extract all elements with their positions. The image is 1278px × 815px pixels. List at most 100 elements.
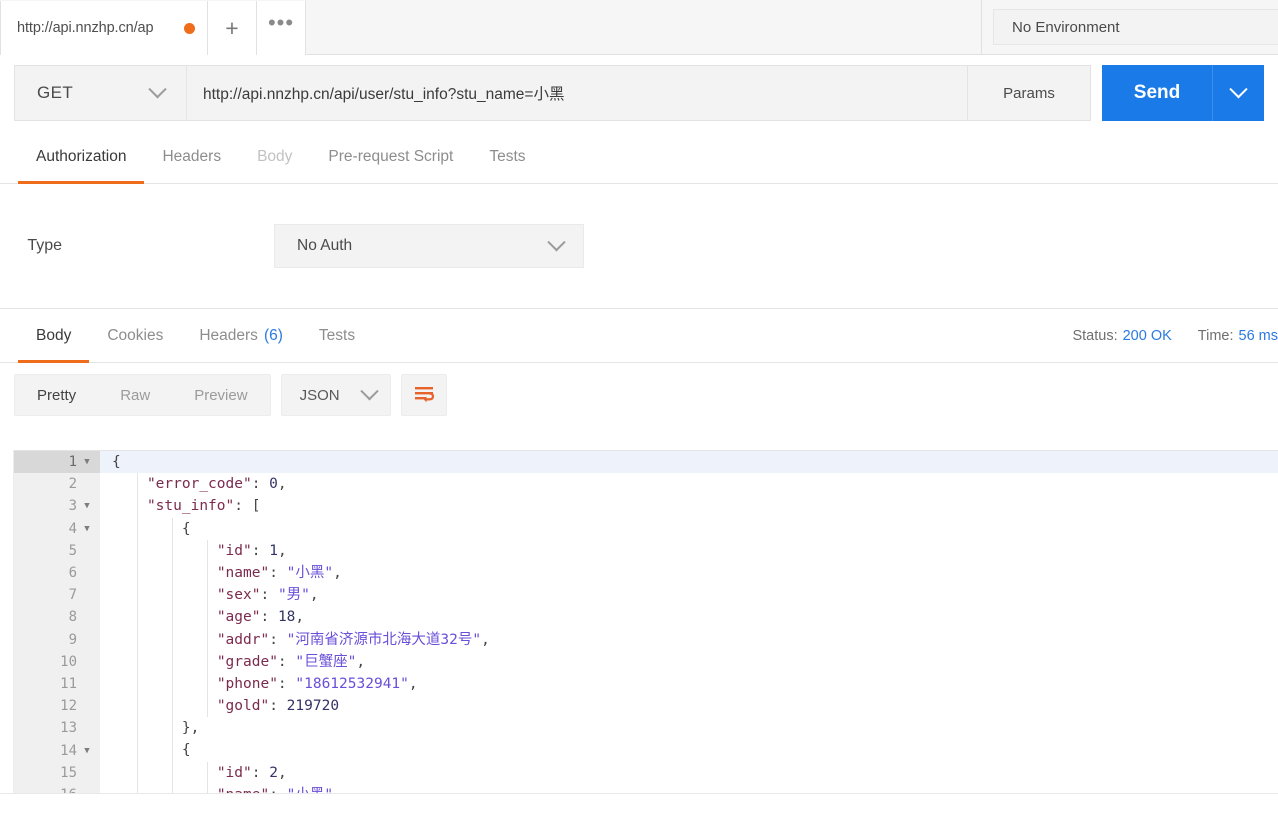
params-button[interactable]: Params: [967, 65, 1091, 121]
code-line: "grade": "巨蟹座",: [100, 650, 1278, 673]
gutter-line: 2▼: [14, 473, 100, 495]
code-line: "phone": "18612532941",: [100, 672, 1278, 696]
code-line: "id": 1,: [100, 539, 1278, 562]
line-number: 11: [60, 675, 77, 692]
gutter-line: 1 ▼: [14, 451, 100, 474]
response-toolbar: Pretty Raw Preview JSON: [0, 363, 1278, 427]
line-number: 16: [60, 787, 77, 793]
line-number: 12: [60, 698, 77, 715]
response-headers-count: (6): [263, 326, 283, 344]
line-number: 10: [60, 653, 77, 670]
line-number: 14: [60, 742, 77, 759]
unsaved-indicator-icon: [184, 22, 195, 34]
view-mode-preview[interactable]: Preview: [172, 375, 269, 415]
status-value: 200 OK: [1122, 327, 1172, 344]
response-tab-tests[interactable]: Tests: [301, 309, 373, 362]
chevron-down-icon: [359, 381, 379, 400]
authorization-panel: Type No Auth: [0, 184, 1278, 309]
code-line: "error_code": 0,: [100, 473, 1278, 496]
http-method-selector[interactable]: GET: [14, 65, 186, 121]
code-line: "name": "小黑": [100, 783, 1278, 793]
line-number: 15: [60, 764, 77, 781]
tab-tests[interactable]: Tests: [471, 131, 543, 183]
response-tab-body[interactable]: Body: [18, 309, 90, 363]
line-number: 8: [68, 609, 77, 626]
new-tab-button[interactable]: +: [208, 1, 257, 55]
code-line: "stu_info": [: [100, 495, 1278, 518]
view-mode-raw-label: Raw: [120, 386, 151, 404]
response-view-mode-group: Pretty Raw Preview: [14, 374, 271, 416]
wrap-lines-button[interactable]: [400, 374, 447, 416]
response-tab-headers[interactable]: Headers (6): [181, 309, 301, 362]
response-tab-tests-label: Tests: [318, 326, 356, 344]
gutter-line: 7▼: [14, 584, 100, 606]
request-section-tabs: Authorization Headers Body Pre-request S…: [0, 131, 1278, 184]
request-tab-label: http://api.nnzhp.cn/ap: [17, 20, 154, 36]
tab-authorization[interactable]: Authorization: [18, 131, 145, 184]
tab-pre-request-script-label: Pre-request Script: [328, 148, 454, 165]
auth-type-label: Type: [27, 237, 62, 254]
environment-selector[interactable]: No Environment: [993, 9, 1278, 45]
url-input[interactable]: http://api.nnzhp.cn/api/user/stu_info?st…: [186, 65, 967, 121]
line-number: 3: [68, 498, 77, 515]
request-tab[interactable]: http://api.nnzhp.cn/ap: [0, 1, 208, 55]
gutter-line: 10▼: [14, 651, 100, 673]
response-body-viewer[interactable]: 1▼2▼3▼4▼5▼6▼7▼8▼9▼10▼11▼12▼13▼14▼15▼16▼ …: [14, 450, 1278, 793]
gutter-line: 15▼: [14, 762, 100, 784]
environment-divider: [981, 0, 982, 54]
tab-headers-label: Headers: [162, 148, 222, 165]
code-lines[interactable]: { "error_code": 0, "stu_info": [ { "id":…: [100, 451, 1278, 793]
tab-authorization-label: Authorization: [36, 148, 127, 165]
response-format-label: JSON: [299, 386, 340, 404]
view-mode-pretty[interactable]: Pretty: [15, 375, 98, 415]
request-tab-strip: http://api.nnzhp.cn/ap + ••• No Environm…: [0, 0, 1278, 55]
response-format-selector[interactable]: JSON: [280, 374, 391, 416]
line-number: 5: [68, 542, 77, 559]
environment-selected-label: No Environment: [1012, 18, 1120, 36]
line-number: 7: [68, 587, 77, 604]
chevron-down-icon: [1229, 79, 1248, 98]
line-number: 4: [68, 520, 77, 537]
tab-pre-request-script[interactable]: Pre-request Script: [310, 131, 471, 183]
fold-toggle-icon[interactable]: ▼: [80, 457, 94, 467]
code-line: "addr": "河南省济源市北海大道32号",: [100, 628, 1278, 651]
line-number-gutter: 1▼2▼3▼4▼5▼6▼7▼8▼9▼10▼11▼12▼13▼14▼15▼16▼: [14, 451, 100, 793]
view-mode-raw[interactable]: Raw: [98, 375, 172, 415]
response-tab-headers-label: Headers: [199, 326, 258, 344]
send-options-button[interactable]: [1212, 65, 1264, 121]
params-label: Params: [1003, 84, 1055, 102]
response-tab-cookies[interactable]: Cookies: [89, 309, 181, 362]
tab-body-label: Body: [257, 148, 293, 165]
line-number: 2: [68, 476, 77, 493]
fold-toggle-icon[interactable]: ▼: [80, 501, 94, 511]
url-text: http://api.nnzhp.cn/api/user/stu_info?st…: [203, 86, 565, 103]
plus-icon: +: [225, 14, 239, 41]
gutter-line: 11▼: [14, 673, 100, 695]
time-key: Time:: [1197, 327, 1234, 344]
tab-options-button[interactable]: •••: [257, 1, 306, 55]
ellipsis-icon: •••: [267, 10, 295, 35]
code-line: "name": "小黑",: [100, 561, 1278, 585]
chevron-down-icon: [547, 232, 566, 251]
tab-headers[interactable]: Headers: [144, 131, 239, 183]
line-number: 13: [60, 720, 77, 737]
gutter-line: 16▼: [14, 784, 100, 793]
response-section-tabs: Body Cookies Headers (6) Tests Status: 20…: [0, 309, 1278, 363]
line-number: 6: [68, 565, 77, 582]
send-button-group: Send: [1102, 65, 1264, 121]
gutter-line: 13▼: [14, 717, 100, 739]
code-line: {: [100, 517, 1278, 540]
wrap-lines-icon: [414, 387, 434, 403]
gutter-line: 4 ▼: [14, 518, 100, 540]
auth-type-selector[interactable]: No Auth: [274, 224, 584, 268]
gutter-line: 3 ▼: [14, 495, 100, 517]
fold-toggle-icon[interactable]: ▼: [80, 746, 94, 756]
fold-toggle-icon[interactable]: ▼: [80, 524, 94, 534]
gutter-line: 14 ▼: [14, 739, 100, 761]
response-tab-body-label: Body: [36, 326, 72, 344]
send-button[interactable]: Send: [1102, 65, 1212, 121]
tab-body[interactable]: Body: [239, 131, 310, 183]
http-method-label: GET: [37, 83, 74, 102]
view-mode-pretty-label: Pretty: [37, 386, 77, 404]
status-badge: Status: 200 OK: [1072, 328, 1171, 344]
